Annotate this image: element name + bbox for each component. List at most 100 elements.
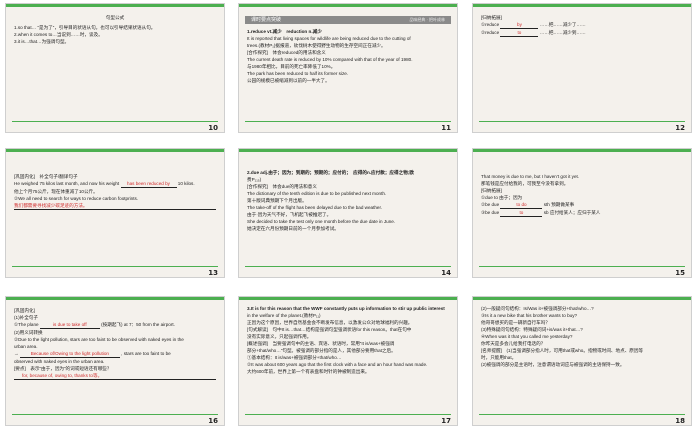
slide-number: 15 [675,269,685,277]
text-line: 他哥哥想买的是一辆新自行车吗？ [481,320,550,325]
list-item: ①due to 由于；因为 [481,194,683,201]
item-text: sth 预期做某事 [543,202,575,207]
text-line: He weighed 75 kilos last month, and now … [14,180,216,188]
answer-blank: Because of/Owing to the light pollution [19,350,120,358]
slide-thumbnail-15[interactable]: That money is due to me, but I haven’t g… [472,148,692,278]
slide-thumbnail-18[interactable]: (2)一般疑问句结构：Is/Was it+被强调部分+that/who…? ③I… [472,296,692,426]
slide-number: 18 [675,417,685,425]
text-line: → Because of/Owing to the light pollutio… [14,350,216,358]
slide-bottom-rule [245,266,451,267]
slide-thumbnail-13[interactable]: [巩固内化] 补全句子/翻译句子 He weighed 75 kilos las… [5,148,225,278]
text-line: [概述强调] 当要强调句中的主语、宾语、状语时，常用“It is/was+被强调 [247,341,395,346]
text-line: ②It was about 600 years ago that the fir… [247,362,428,367]
text-line: [名师提醒] (1)当强调部分指人时，可用that或who。指物或时间、地点、原… [481,348,644,353]
slide-thumbnail-12[interactable]: [归纳拓展] ①reduce by ……把……减少了…… ②reduce to … [472,3,692,133]
item-label: ②be due [481,202,500,207]
slide-title: [归纳拓展] [481,15,502,20]
slide-bottom-rule [479,121,685,122]
slide-thumbnail-17[interactable]: 3.It is for this reason that the WWF con… [238,296,458,426]
slide-number: 17 [441,417,451,425]
item-label: ②reduce [481,30,500,35]
answer-blank: by [500,21,539,29]
text-line: ②Due to the light pollution, stars are t… [14,337,184,342]
text-line: 时，只能用that。 [481,355,517,360]
slide-thumbnail-11[interactable]: 课时要点突破 品味经典 · 把叶成林 1.reduce vt.减少 reduct… [238,3,458,133]
text-line: ①The plane is due to take off (按期起飞) at … [14,321,216,329]
item-label: ③be due [481,210,500,215]
answer-blank: has been reduced by [120,180,177,188]
slide-bottom-rule [479,414,685,415]
slide-content: 3.It is for this reason that the WWF con… [247,305,449,375]
slide-bottom-rule [12,121,218,122]
item-label: ①due to [481,195,498,200]
text-line: (3)特殊疑问句结构：特殊疑问词+is/was it+that…? [481,327,583,332]
text-line: ④When was it that you called me yesterda… [481,334,573,339]
slide-title: 句型公式 [105,15,125,20]
text-line: (2)被强调的部分是主语时，注意谓语动词应与被强调的主语保持一致。 [481,362,625,367]
section-header-tagline: 品味经典 · 把叶成林 [409,17,445,22]
text-line: ②We all need to search for ways to reduc… [14,196,139,201]
answer-blank: to do [500,201,543,209]
text-line: 1.so that… “是为了”，引导目的状语从句。也可以引导结果状语从句。 [14,25,156,30]
text-line: 公园的规模已被缩减到以前的一半大了。 [247,78,330,83]
text-line: [合作探究] 体会reduced的用法和含义 [247,50,326,55]
text-line: 没有实际意义，只起强调作用。 [247,334,312,339]
slide-number: 14 [441,269,451,277]
text-line: [合作探究] 体会due的用法和意义 [247,184,317,189]
list-item: ③be due to sb 应付给某人；应归于某人 [481,209,683,217]
sentence-end: 10 kilos. [177,181,195,186]
text-line: 第十版词典预期下个月出版。 [247,198,307,203]
slide-content: [巩固内化] 补全句子/翻译句子 He weighed 75 kilos las… [14,173,216,210]
slide-content: (2)一般疑问句结构：Is/Was it+被强调部分+that/who…? ③I… [481,305,683,368]
text-line: observed with naked eyes in the urban ar… [14,359,105,364]
answer-line: 我们都需要寻找减少碳足迹的方法。 [14,202,216,210]
slide-title: [巩固内化] 补全句子/翻译句子 [14,174,78,179]
sentence-start: ①The plane [14,322,39,327]
slide-top-bar [6,149,224,152]
slide-number: 12 [675,124,685,132]
item-text: sb 应付给某人；应归于某人 [543,210,601,215]
text-line: 大约600年前，世界上第一个有表盘和时针的钟被制造出来。 [247,369,370,374]
text-line: 2.due adj.由于；因为；到期的；预期的；应付的； 应得的n.应付款；应得… [247,170,414,175]
slide-title: [归纳拓展] [481,188,502,193]
text-line: trees.(教材P₁)据报道，砍伐树木使得野生动物的生存空间正在减少。 [247,43,386,48]
text-line: ①基本结构：It is/was+被强调部分+that/who… [247,355,342,360]
text-line: in the welfare of the planet.(教材P₁₁) [247,313,321,318]
text-line: (1)补全句子 [14,315,38,320]
text-line: 费P₁₁₅) [247,177,262,182]
slide-top-bar [6,4,224,7]
text-line: 部分+that/who…”句型。被强调的部分指的是人，其他部分要用that之后。 [247,348,396,353]
section-header-title: 课时要点突破 [251,17,282,23]
slide-content: [归纳拓展] ①reduce by ……把……减少了…… ②reduce to … [481,14,683,37]
item-text: ……把……减少到…… [539,30,586,35]
text-line: The take-off of the flight has been dela… [247,205,383,210]
text-line: 你昨天是多会儿给我打电话的？ [481,341,546,346]
slide-content: [巩固内化] (1)补全句子 ①The plane is due to take… [14,307,216,380]
text-line: The park has been reduced to half its fo… [247,71,349,76]
slide-thumbnail-16[interactable]: [巩固内化] (1)补全句子 ①The plane is due to take… [5,296,225,426]
slide-thumbnail-14[interactable]: 2.due adj.由于；因为；到期的；预期的；应付的； 应得的n.应付款；应得… [238,148,458,278]
slide-title: [巩固内化] [14,308,35,313]
sentence-end: , stars are too faint to be [121,351,171,356]
text-line: 她决定在六月份预期日前的一个月参加考试。 [247,226,339,231]
slide-top-bar [239,4,457,7]
text-line: That money is due to me, but I haven’t g… [481,174,580,179]
section-header-bar: 课时要点突破 品味经典 · 把叶成林 [245,16,451,24]
answer-blank: is due to take off [39,321,100,329]
slide-bottom-rule [12,266,218,267]
slide-thumbnail-10[interactable]: 句型公式 1.so that… “是为了”，引导目的状语从句。也可以引导结果状语… [5,3,225,133]
text-line: 与1980年相比，目前的死亡率降低了10%。 [247,64,336,69]
text-line: 正因为这个原因，世界自然基金会不断发布信息，以激发公众对地球福利的兴趣。 [247,320,413,325]
text-line: 3.it is…that…为强调句型。 [14,39,70,44]
sentence-end: (按期起飞) at 7：50 from the airport. [101,322,175,327]
text-line: 1.reduce vt.减少 reduction n.减少 [247,29,322,34]
text-line: 3.It is for this reason that the WWF con… [247,306,445,311]
slide-top-bar [473,149,691,152]
sentence-start: He weighed 75 kilos last month, and now … [14,181,120,186]
slide-content: 1.reduce vt.减少 reduction n.减少 It is repo… [247,28,449,84]
text-line: 那笔钱是应付给我的，可我至今没有拿到。 [481,181,569,186]
text-line: (2)用义词转换 [14,330,43,335]
slide-number: 16 [208,417,218,425]
text-line: 他上个月75公斤，现在体重减了10公斤。 [14,189,98,194]
list-item: ①reduce by ……把……减少了…… [481,21,683,29]
